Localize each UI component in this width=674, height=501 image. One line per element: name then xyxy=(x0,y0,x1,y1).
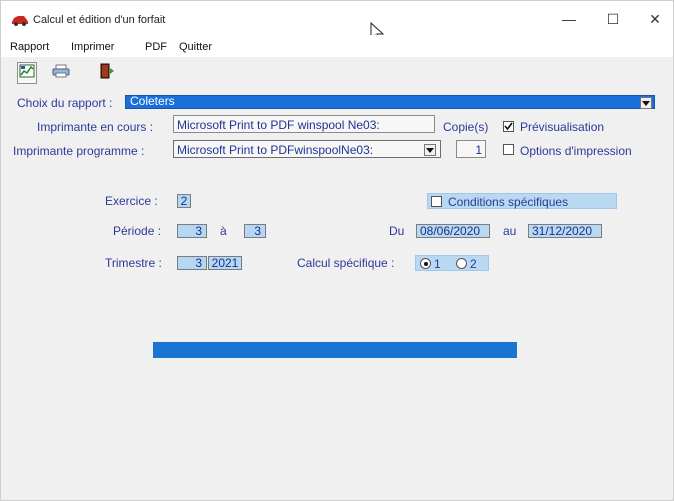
minimize-button[interactable]: — xyxy=(547,5,591,33)
title-bar: Calcul et édition d'un forfait — ☐ ✕ xyxy=(1,1,674,43)
du-date-input[interactable]: 08/06/2020 xyxy=(416,224,490,238)
periode-from-value: 3 xyxy=(195,224,202,238)
periode-to-value: 3 xyxy=(254,224,261,238)
au-date-input[interactable]: 31/12/2020 xyxy=(528,224,602,238)
copies-input[interactable]: 1 xyxy=(456,140,486,158)
menu-pdf[interactable]: PDF xyxy=(145,41,167,53)
imprimante-en-cours-label: Imprimante en cours : xyxy=(37,120,154,134)
printer-icon xyxy=(52,64,70,83)
minimize-icon: — xyxy=(562,11,576,27)
calcul-option-1-radio[interactable] xyxy=(420,258,431,269)
exercice-label: Exercice : xyxy=(105,194,158,208)
previsualisation-label: Prévisualisation xyxy=(520,120,605,134)
toolbar xyxy=(1,57,673,90)
previsualisation-checkbox[interactable] xyxy=(503,121,514,132)
conditions-specifiques-panel[interactable]: Conditions spécifiques xyxy=(427,193,617,209)
report-select[interactable]: Coleters xyxy=(125,94,655,109)
au-label: au xyxy=(503,224,517,238)
exercice-value: 2 xyxy=(180,194,188,208)
progress-bar xyxy=(153,342,517,358)
close-icon: ✕ xyxy=(649,10,661,27)
imprimante-programme-select[interactable]: Microsoft Print to PDFwinspoolNe03: xyxy=(173,140,441,158)
quit-button[interactable] xyxy=(97,62,117,84)
options-impression-label: Options d'impression xyxy=(520,144,632,158)
au-date-value: 31/12/2020 xyxy=(532,224,593,238)
annee-value: 2021 xyxy=(211,256,239,270)
menu-quitter[interactable]: Quitter xyxy=(179,41,212,53)
copies-value: 1 xyxy=(475,143,482,157)
options-impression-checkbox[interactable] xyxy=(503,144,514,155)
imprimante-en-cours-field: Microsoft Print to PDF winspool Ne03: xyxy=(173,115,435,133)
trimestre-input[interactable]: 3 xyxy=(177,256,207,270)
conditions-specifiques-label: Conditions spécifiques xyxy=(448,195,569,209)
calcul-option-2-radio[interactable] xyxy=(456,258,467,269)
close-button[interactable]: ✕ xyxy=(633,5,674,33)
calcul-specifique-group: 1 2 xyxy=(415,255,489,271)
maximize-button[interactable]: ☐ xyxy=(591,5,635,33)
periode-from-input[interactable]: 3 xyxy=(177,224,207,238)
imprimante-en-cours-value: Microsoft Print to PDF winspool Ne03: xyxy=(177,118,380,132)
chevron-down-icon[interactable] xyxy=(424,144,436,156)
choix-rapport-label: Choix du rapport : xyxy=(17,96,113,110)
chart-icon xyxy=(19,64,35,83)
copies-label: Copie(s) xyxy=(443,120,489,134)
menu-imprimer[interactable]: Imprimer xyxy=(71,41,114,53)
exercice-input[interactable]: 2 xyxy=(177,194,191,208)
maximize-icon: ☐ xyxy=(606,10,620,27)
calcul-option-1-label: 1 xyxy=(434,257,441,271)
report-button[interactable] xyxy=(17,62,37,84)
imprimante-programme-value: Microsoft Print to PDFwinspoolNe03: xyxy=(177,143,374,157)
window-title: Calcul et édition d'un forfait xyxy=(33,14,166,26)
periode-label: Période : xyxy=(113,224,162,238)
periode-separator: à xyxy=(220,224,227,238)
trimestre-label: Trimestre : xyxy=(105,256,162,270)
trimestre-value: 3 xyxy=(195,256,202,270)
imprimante-programme-label: Imprimante programme : xyxy=(13,144,145,158)
menu-rapport[interactable]: Rapport xyxy=(10,41,49,53)
car-icon xyxy=(11,13,29,26)
menu-bar: Rapport Imprimer PDF Quitter xyxy=(1,35,673,57)
calcul-option-2-label: 2 xyxy=(470,257,477,271)
calcul-specifique-label: Calcul spécifique : xyxy=(297,256,395,270)
chevron-down-icon[interactable] xyxy=(640,97,652,109)
report-select-value: Coleters xyxy=(130,94,175,108)
main-window: Calcul et édition d'un forfait — ☐ ✕ Rap… xyxy=(0,0,674,501)
annee-input[interactable]: 2021 xyxy=(208,256,242,270)
du-date-value: 08/06/2020 xyxy=(420,224,481,238)
conditions-specifiques-checkbox[interactable] xyxy=(431,196,442,207)
print-button[interactable] xyxy=(51,62,71,84)
periode-to-input[interactable]: 3 xyxy=(244,224,266,238)
exit-door-icon xyxy=(99,63,115,84)
du-label: Du xyxy=(389,224,405,238)
